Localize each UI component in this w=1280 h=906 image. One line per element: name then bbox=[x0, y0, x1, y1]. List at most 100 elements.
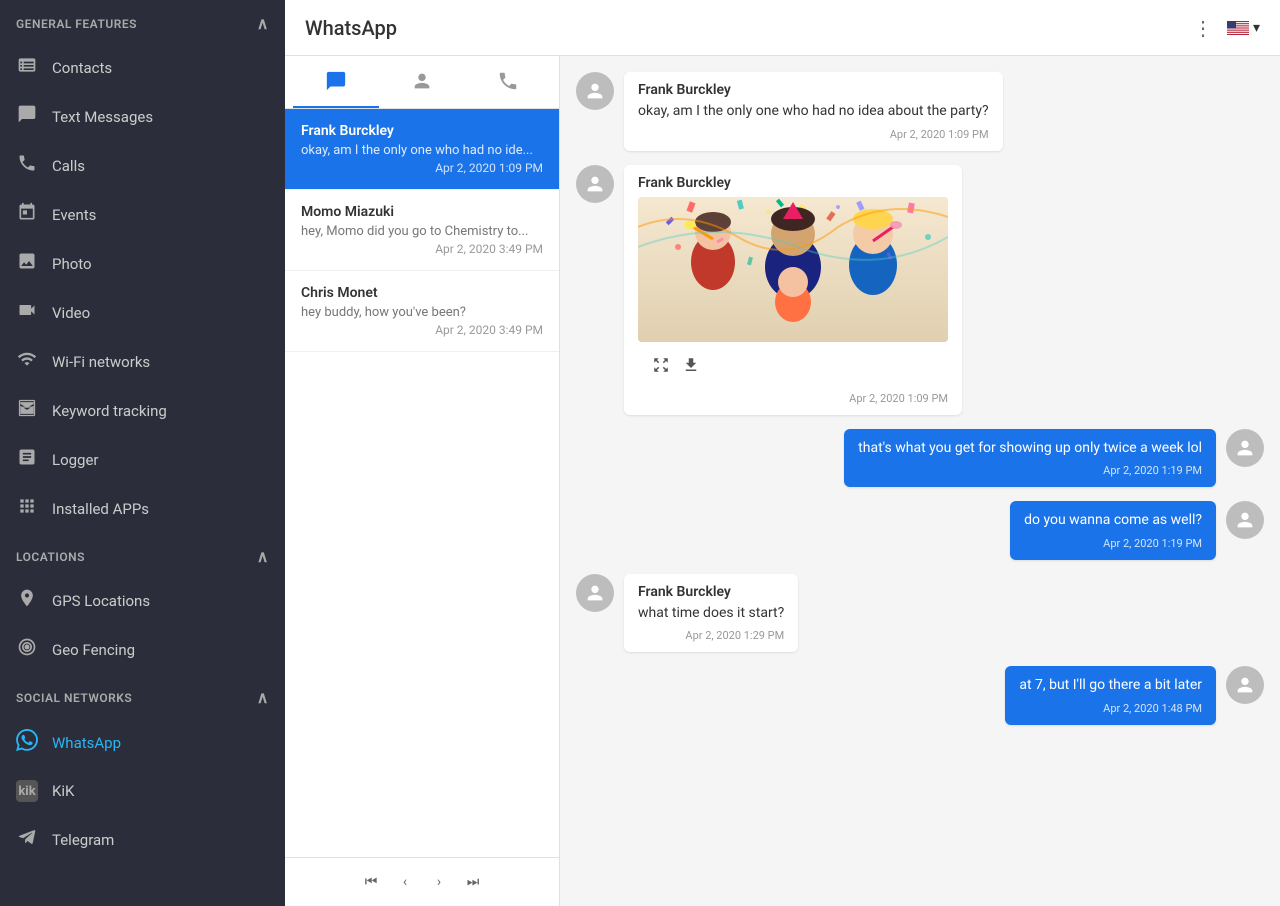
sidebar-item-text-messages-label: Text Messages bbox=[52, 108, 153, 126]
message-text: at 7, but I'll go there a bit later bbox=[1019, 676, 1202, 696]
message-time: Apr 2, 2020 1:19 PM bbox=[858, 464, 1202, 477]
conversation-item[interactable]: Chris Monet hey buddy, how you've been? … bbox=[285, 271, 559, 352]
gps-icon bbox=[16, 588, 38, 613]
sidebar-item-keyword[interactable]: Keyword tracking bbox=[0, 386, 285, 435]
sidebar-item-kik[interactable]: kik KiK bbox=[0, 768, 285, 814]
us-flag-icon bbox=[1227, 21, 1249, 35]
image-actions bbox=[638, 348, 948, 386]
content-area: Frank Burckley okay, am I the only one w… bbox=[285, 56, 1280, 906]
message-panel: Frank Burckley okay, am I the only one w… bbox=[560, 56, 1280, 906]
avatar bbox=[576, 165, 614, 203]
party-image-svg bbox=[638, 197, 948, 342]
avatar bbox=[576, 72, 614, 110]
kik-icon: kik bbox=[16, 780, 38, 802]
sidebar-item-installed-apps[interactable]: Installed APPs bbox=[0, 484, 285, 533]
message-bubble: Frank Burckley what time does it start? … bbox=[624, 574, 798, 653]
whatsapp-icon bbox=[16, 729, 38, 756]
conversation-panel: Frank Burckley okay, am I the only one w… bbox=[285, 56, 560, 906]
locations-label: LOCATIONS bbox=[16, 550, 85, 564]
conversation-item[interactable]: Momo Miazuki hey, Momo did you go to Che… bbox=[285, 190, 559, 271]
message-bubble: do you wanna come as well? Apr 2, 2020 1… bbox=[1010, 501, 1216, 560]
next-page-button[interactable]: › bbox=[425, 868, 453, 896]
conversation-item[interactable]: Frank Burckley okay, am I the only one w… bbox=[285, 109, 559, 190]
social-networks-section: SOCIAL NETWORKS ∧ bbox=[0, 674, 285, 717]
sidebar-item-text-messages[interactable]: Text Messages bbox=[0, 92, 285, 141]
text-messages-icon bbox=[16, 104, 38, 129]
conv-preview: okay, am I the only one who had no ide..… bbox=[301, 143, 543, 158]
page-title: WhatsApp bbox=[305, 16, 397, 40]
general-features-label: GENERAL FEATURES bbox=[16, 17, 137, 31]
events-icon bbox=[16, 202, 38, 227]
sidebar-item-events-label: Events bbox=[52, 206, 96, 224]
sidebar-item-events[interactable]: Events bbox=[0, 190, 285, 239]
avatar bbox=[1226, 666, 1264, 704]
message-image bbox=[638, 197, 948, 342]
general-features-section: GENERAL FEATURES ∧ bbox=[0, 0, 285, 43]
message-text: that's what you get for showing up only … bbox=[858, 439, 1202, 459]
sidebar-item-gps[interactable]: GPS Locations bbox=[0, 576, 285, 625]
sidebar-item-contacts[interactable]: Contacts bbox=[0, 43, 285, 92]
tab-contacts[interactable] bbox=[379, 56, 465, 108]
general-features-chevron[interactable]: ∧ bbox=[257, 14, 269, 33]
sidebar-item-logger[interactable]: Logger bbox=[0, 435, 285, 484]
prev-page-button[interactable]: ‹ bbox=[391, 868, 419, 896]
avatar bbox=[1226, 429, 1264, 467]
calls-icon bbox=[16, 153, 38, 178]
message-row: Frank Burckley what time does it start? … bbox=[576, 574, 1264, 653]
logger-icon bbox=[16, 447, 38, 472]
sidebar-item-telegram[interactable]: Telegram bbox=[0, 814, 285, 865]
sidebar-item-keyword-label: Keyword tracking bbox=[52, 402, 167, 420]
sidebar-item-logger-label: Logger bbox=[52, 451, 99, 469]
sidebar-item-calls[interactable]: Calls bbox=[0, 141, 285, 190]
social-networks-chevron[interactable]: ∧ bbox=[257, 688, 269, 707]
conversation-tabs bbox=[285, 56, 559, 109]
message-image-container bbox=[638, 197, 948, 342]
social-networks-label: SOCIAL NETWORKS bbox=[16, 691, 132, 705]
message-time: Apr 2, 2020 1:09 PM bbox=[638, 392, 948, 405]
installed-apps-icon bbox=[16, 496, 38, 521]
conv-time: Apr 2, 2020 1:09 PM bbox=[301, 161, 543, 175]
sidebar-item-photo[interactable]: Photo bbox=[0, 239, 285, 288]
language-selector[interactable]: ▾ bbox=[1227, 20, 1260, 36]
message-row: do you wanna come as well? Apr 2, 2020 1… bbox=[576, 501, 1264, 560]
message-bubble: Frank Burckley okay, am I the only one w… bbox=[624, 72, 1003, 151]
locations-chevron[interactable]: ∧ bbox=[257, 547, 269, 566]
message-row: at 7, but I'll go there a bit later Apr … bbox=[576, 666, 1264, 725]
avatar bbox=[1226, 501, 1264, 539]
contacts-icon bbox=[16, 55, 38, 80]
sidebar-item-whatsapp[interactable]: WhatsApp bbox=[0, 717, 285, 768]
message-sender: Frank Burckley bbox=[638, 175, 948, 191]
sidebar-item-whatsapp-label: WhatsApp bbox=[52, 734, 121, 752]
sidebar-item-wifi[interactable]: Wi-Fi networks bbox=[0, 337, 285, 386]
topbar: WhatsApp ⋮ ▾ bbox=[285, 0, 1280, 56]
sidebar-item-installed-apps-label: Installed APPs bbox=[52, 500, 149, 518]
tab-calls[interactable] bbox=[465, 56, 551, 108]
geofencing-icon bbox=[16, 637, 38, 662]
more-options-button[interactable]: ⋮ bbox=[1193, 16, 1215, 40]
language-label: ▾ bbox=[1253, 20, 1260, 36]
keyword-icon bbox=[16, 398, 38, 423]
message-bubble: at 7, but I'll go there a bit later Apr … bbox=[1005, 666, 1216, 725]
tab-messages[interactable] bbox=[293, 56, 379, 108]
sidebar-item-telegram-label: Telegram bbox=[52, 831, 114, 849]
message-row: Frank Burckley okay, am I the only one w… bbox=[576, 72, 1264, 151]
message-time: Apr 2, 2020 1:29 PM bbox=[638, 629, 784, 642]
sidebar-item-geofencing[interactable]: Geo Fencing bbox=[0, 625, 285, 674]
sidebar-item-video[interactable]: Video bbox=[0, 288, 285, 337]
pagination: ⏮ ‹ › ⏭ bbox=[285, 857, 559, 906]
photo-icon bbox=[16, 251, 38, 276]
message-sender: Frank Burckley bbox=[638, 584, 784, 600]
message-text: okay, am I the only one who had no idea … bbox=[638, 102, 989, 122]
conv-preview: hey buddy, how you've been? bbox=[301, 305, 543, 320]
sidebar-item-gps-label: GPS Locations bbox=[52, 592, 150, 610]
message-sender: Frank Burckley bbox=[638, 82, 989, 98]
sidebar-item-photo-label: Photo bbox=[52, 255, 92, 273]
conversation-list: Frank Burckley okay, am I the only one w… bbox=[285, 109, 559, 857]
download-image-button[interactable] bbox=[682, 356, 700, 378]
last-page-button[interactable]: ⏭ bbox=[459, 868, 487, 896]
sidebar-item-video-label: Video bbox=[52, 304, 90, 322]
locations-section: LOCATIONS ∧ bbox=[0, 533, 285, 576]
first-page-button[interactable]: ⏮ bbox=[357, 868, 385, 896]
conv-name: Frank Burckley bbox=[301, 123, 543, 139]
expand-image-button[interactable] bbox=[652, 356, 670, 378]
